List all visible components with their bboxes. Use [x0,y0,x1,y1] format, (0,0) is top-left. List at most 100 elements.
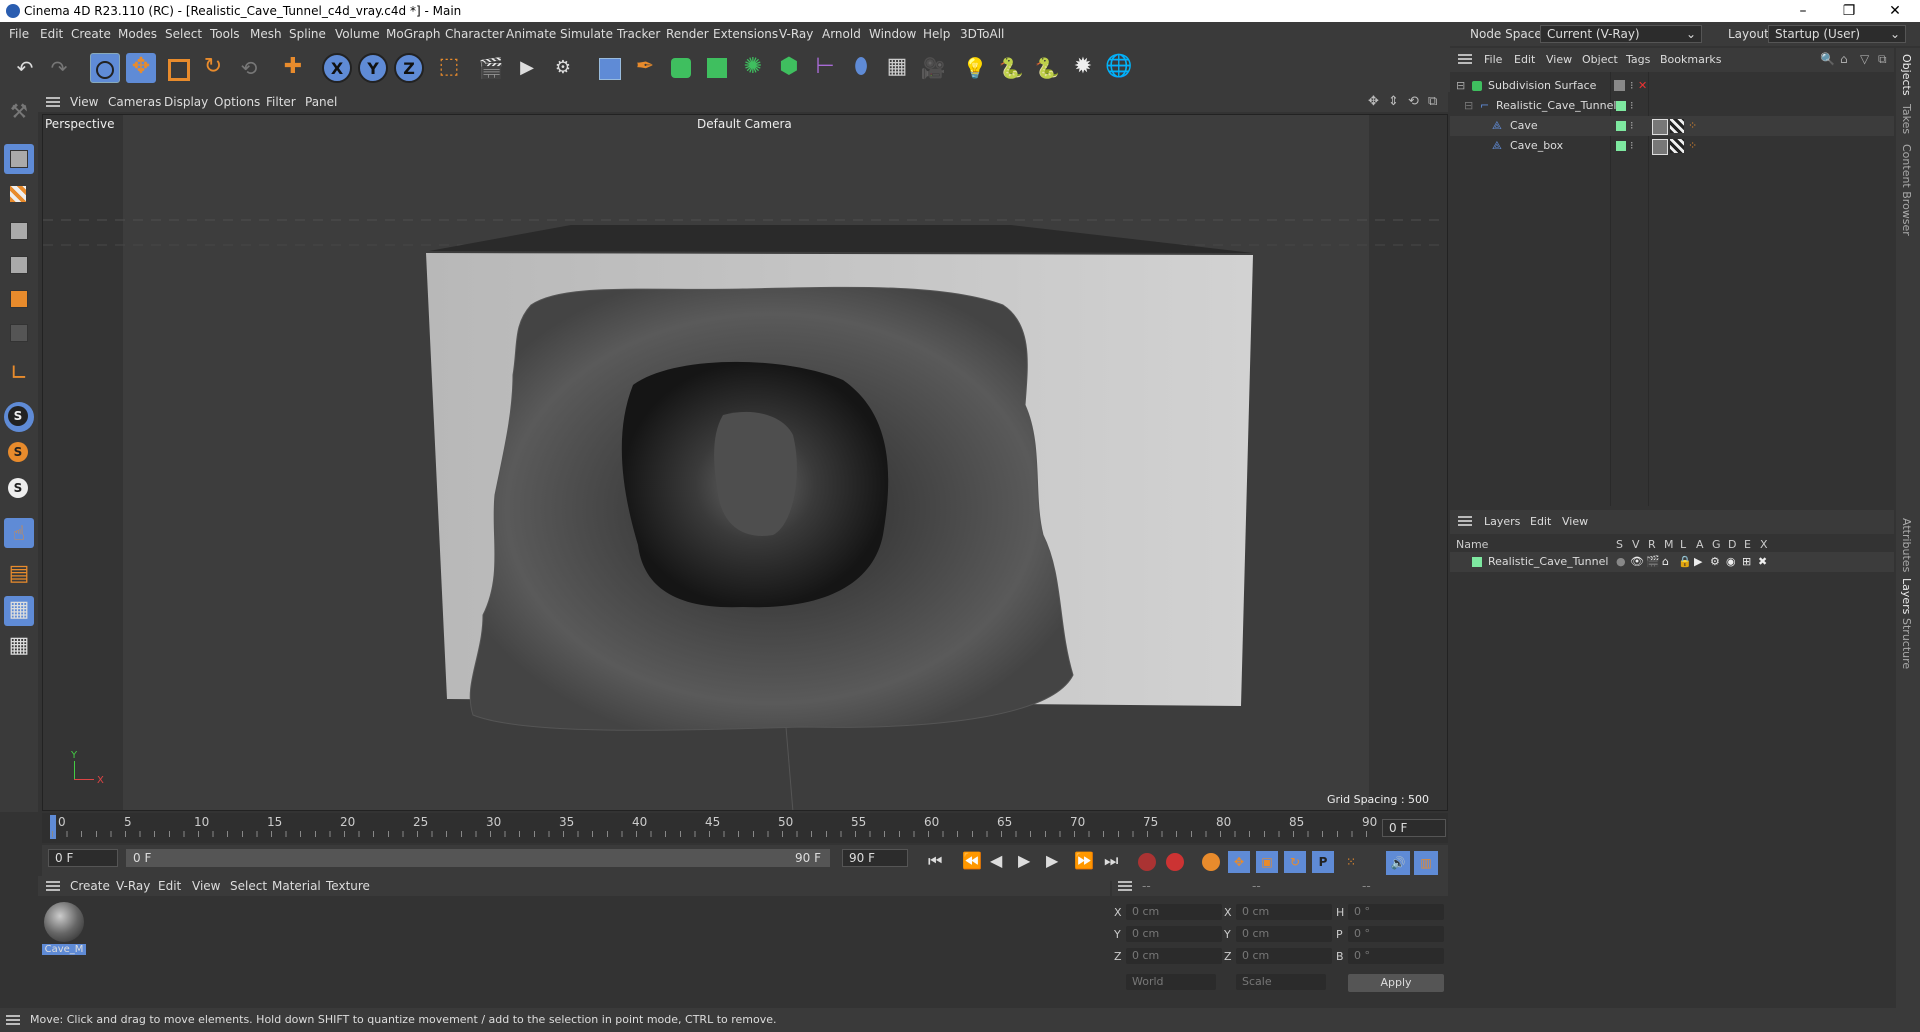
play-icon[interactable]: ▶ [1018,851,1030,870]
rotation-h-field[interactable]: 0 ° [1348,904,1444,920]
size-y-field[interactable]: 0 cm [1236,926,1332,942]
viewport-move-icon[interactable]: ✥ [1368,94,1379,109]
floor-grid-icon[interactable]: ▤ [4,560,34,590]
visibility-dots-icon[interactable]: ⁝ [1630,136,1634,156]
deformer-icon[interactable]: ⊢ [810,53,840,83]
material-swatch[interactable]: Cave_M [42,902,86,960]
visibility-dots-icon[interactable]: ⁝ [1630,96,1634,116]
vray-tag-icon[interactable]: ⁘ [1688,136,1697,156]
menu-mesh[interactable]: Mesh [250,27,282,41]
tab-structure[interactable]: Structure [1900,618,1913,669]
status-menu-icon[interactable] [6,1015,20,1025]
menu-volume[interactable]: Volume [335,27,380,41]
render-region-icon[interactable]: 🎬 [476,53,506,83]
camera-label[interactable]: Default Camera [697,117,792,131]
snap-icon[interactable]: S [4,402,34,432]
menu-tools[interactable]: Tools [210,27,240,41]
viewport-maximize-icon[interactable]: ⧉ [1428,94,1437,109]
position-x-field[interactable]: 0 cm [1126,904,1222,920]
grid-workplane-icon[interactable]: ▦ [4,632,34,662]
cube-icon[interactable] [594,53,624,83]
maximize-button[interactable]: ❐ [1826,0,1872,22]
recent-tool-icon[interactable]: ⟲ [234,53,264,83]
material-menu-select[interactable]: Select [230,879,267,893]
start-frame-field[interactable]: 0 F [48,849,118,867]
object-menu-bookmarks[interactable]: Bookmarks [1660,53,1721,66]
layer-xref-icon[interactable]: ✖ [1758,552,1767,572]
tab-attributes[interactable]: Attributes [1900,518,1913,572]
position-z-field[interactable]: 0 cm [1126,948,1222,964]
cloner-icon[interactable]: ✺ [738,53,768,83]
make-editable-icon[interactable]: ⚒ [4,96,34,126]
menu-extensions[interactable]: Extensions [713,27,778,41]
transform-tool-icon[interactable]: ✚ [278,53,308,83]
layer-deformers-icon[interactable]: ◉ [1726,552,1736,572]
layer-color-swatch[interactable] [1472,557,1482,567]
texture-mode-icon[interactable] [4,180,34,210]
key-parameter-icon[interactable]: P [1312,851,1334,873]
end-frame-field[interactable]: 90 F [842,849,908,867]
mograph-icon[interactable]: ⬢ [774,53,804,83]
layout-dropdown[interactable]: Startup (User) ⌄ [1768,25,1906,43]
field-icon[interactable]: ⬮ [846,53,876,83]
material-menu-edit[interactable]: Edit [158,879,181,893]
object-menu-view[interactable]: View [1546,53,1572,66]
polygon-mode-icon[interactable] [4,284,34,314]
rotation-p-field[interactable]: 0 ° [1348,926,1444,942]
menu-character[interactable]: Character [445,27,504,41]
viewport-menu-icon[interactable] [46,97,60,107]
python-script-icon[interactable]: 🐍 [1032,53,1062,83]
layer-lock-icon[interactable]: 🔒 [1678,552,1692,572]
size-mode-dropdown[interactable]: Scale [1236,974,1326,990]
filter-icon[interactable]: ▽ [1860,52,1869,66]
subdivision-surface-icon[interactable] [666,53,696,83]
undo-icon[interactable]: ↶ [10,53,40,83]
menu-help[interactable]: Help [923,27,950,41]
material-tag-icon[interactable] [1652,119,1668,135]
globe-icon[interactable]: 🌐 [1104,53,1134,83]
axis-z-toggle[interactable]: Z [394,53,424,83]
layer-animation-icon[interactable]: ▶ [1694,552,1702,572]
layer-menu-icon[interactable] [1458,516,1472,526]
material-menu-icon[interactable] [46,881,60,891]
viewport-menu-cameras[interactable]: Cameras [108,95,161,109]
autokey-icon[interactable] [1166,853,1184,871]
menu-edit[interactable]: Edit [40,27,63,41]
keyframe-selection-icon[interactable] [1202,853,1220,871]
object-menu-file[interactable]: File [1484,53,1502,66]
python-icon[interactable]: 🐍 [996,53,1026,83]
home-icon[interactable]: ⌂ [1840,52,1848,66]
layer-visible-icon[interactable]: 👁 [1630,552,1644,572]
camera-icon[interactable]: 🎥 [918,53,948,83]
viewport-menu-panel[interactable]: Panel [305,95,337,109]
visibility-dots-icon[interactable]: ⁝ [1630,116,1634,136]
object-menu-edit[interactable]: Edit [1514,53,1535,66]
object-menu-object[interactable]: Object [1582,53,1618,66]
menu-modes[interactable]: Modes [118,27,157,41]
sound-icon[interactable]: 🔊 [1386,851,1410,875]
size-x-field[interactable]: 0 cm [1236,904,1332,920]
size-z-field[interactable]: 0 cm [1236,948,1332,964]
point-mode-icon[interactable] [4,216,34,246]
timeline-ruler[interactable]: 0 5 10 15 20 25 30 35 40 45 50 55 60 65 … [42,813,1448,843]
layer-generators-icon[interactable]: ⚙ [1710,552,1720,572]
menu-spline[interactable]: Spline [289,27,326,41]
visibility-dots-icon[interactable]: ⁝ [1630,76,1634,96]
light-icon[interactable]: 💡 [960,53,990,83]
snap-settings-icon[interactable]: S [4,438,34,468]
menu-render[interactable]: Render [666,27,709,41]
object-menu-icon[interactable] [1458,54,1472,64]
render-view-icon[interactable]: ▶ [512,53,542,83]
minimize-button[interactable]: – [1780,0,1826,22]
render-settings-icon[interactable]: ⚙ [548,53,578,83]
tab-objects[interactable]: Objects [1900,54,1913,96]
material-menu-texture[interactable]: Texture [326,879,370,893]
tree-toggle-icon[interactable]: ⊟ [1456,76,1465,96]
selection-tool-icon[interactable] [90,53,120,83]
viewport-rotate-icon[interactable]: ⟲ [1408,94,1419,109]
timeline-view-icon[interactable]: ▥ [1414,851,1438,875]
edge-mode-icon[interactable] [4,250,34,280]
edit-toggle-icon[interactable] [1614,80,1625,91]
rotation-b-field[interactable]: 0 ° [1348,948,1444,964]
layer-expressions-icon[interactable]: ⊞ [1742,552,1751,572]
